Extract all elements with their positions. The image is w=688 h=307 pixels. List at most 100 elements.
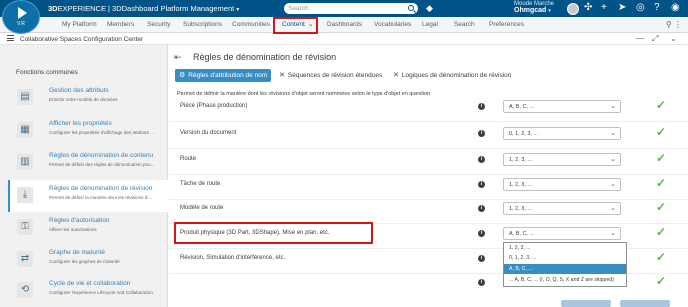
tab-subscriptions[interactable]: Subscriptions: [183, 21, 222, 28]
dropdown-option-selected[interactable]: A, B, C, ...: [504, 264, 626, 274]
chevron-down-icon: ⌄: [610, 156, 616, 163]
info-icon[interactable]: i: [478, 230, 485, 237]
table-row: Pièce (Phase production) i A, B, C, ... ⌄…: [169, 95, 688, 122]
check-icon: ✓: [656, 125, 667, 139]
dropdown-option[interactable]: 0, 1, 2, 3, ...: [504, 253, 626, 263]
sidebar-item-revision-naming[interactable]: ⤓ Règles de dénomination de révision Per…: [8, 180, 168, 212]
chevron-down-icon: ⌄: [610, 103, 616, 110]
share-icon[interactable]: ➤: [618, 2, 626, 14]
tab-extended-sequences[interactable]: ✕ Séquences de révision étendues: [279, 69, 382, 82]
tools-icon: ✕: [279, 72, 285, 79]
dropdown-option[interactable]: ... A, B, C, ... (I, O, Q, S, X and Z ar…: [504, 275, 626, 285]
app-brand[interactable]: 3DEXPERIENCE | 3DDashboard Platform Mana…: [48, 4, 239, 13]
lifecycle-icon: ⟲: [17, 282, 33, 298]
physical-product-row-highlight: [174, 222, 373, 244]
collapse-sidebar-icon[interactable]: ⇤: [174, 52, 182, 63]
hamburger-icon[interactable]: [7, 35, 14, 41]
page-title: Règles de dénomination de révision: [193, 52, 337, 62]
tag-icon[interactable]: ◆: [426, 3, 433, 14]
info-icon[interactable]: i: [478, 205, 485, 212]
breadcrumb-bar: Collaborative Spaces Configuration Cente…: [0, 33, 688, 45]
check-icon: ✓: [656, 200, 667, 214]
settings-icon[interactable]: ✣: [584, 2, 592, 14]
play-icon: [18, 7, 27, 19]
sidebar: Fonctions communes ▤ Gestion des attribu…: [0, 45, 168, 307]
table-row: Route i 1, 2, 3, ... ⌄ ✓: [169, 148, 688, 175]
info-icon[interactable]: i: [478, 103, 485, 110]
table-row: Modèle de route i 1, 2, 3, ... ⌄ ✓: [169, 197, 688, 224]
content-tab-highlight: [273, 17, 318, 34]
table-row: Tâche de route i 1, 2, 3, ... ⌄ ✓: [169, 173, 688, 200]
tenant-name: Ohmgcad ▾: [514, 7, 551, 14]
compass-version: V.R: [17, 21, 25, 27]
chevron-down-icon: ⌄: [610, 230, 616, 237]
authorization-icon: ⚿: [17, 219, 33, 235]
chevron-down-icon: ⌄: [610, 205, 616, 212]
sidebar-item-authorization[interactable]: ⚿ Règles d'autorisation Affiner les auto…: [8, 212, 168, 244]
minimize-icon[interactable]: —: [636, 34, 644, 43]
sidebar-item-maturity[interactable]: ⇄ Graphe de maturité Configurer les grap…: [8, 244, 168, 276]
chevron-down-icon: ⌄: [610, 130, 616, 137]
revision-scheme-select[interactable]: 1, 2, 3, ... ⌄: [503, 153, 621, 166]
search-icon[interactable]: [408, 5, 414, 11]
tab-members[interactable]: Members: [107, 21, 134, 28]
info-icon[interactable]: i: [478, 279, 485, 286]
table-row: Version du document i 0, 1, 2, 3, ... ⌄ ✓: [169, 122, 688, 149]
check-icon: ✓: [656, 98, 667, 112]
properties-icon: ▦: [17, 122, 33, 138]
notifications-icon[interactable]: ◉: [671, 2, 680, 14]
save-button[interactable]: [561, 300, 611, 307]
check-icon: ✓: [656, 176, 667, 190]
help-icon[interactable]: ?: [654, 2, 660, 14]
search-placeholder: Search: [288, 4, 309, 12]
sidebar-item-content-naming[interactable]: ▥ Règles de dénomination de contenu Perm…: [8, 147, 168, 179]
compass-logo[interactable]: V.R: [2, 0, 40, 34]
revision-scheme-select[interactable]: 1, 2, 3, ... ⌄: [503, 202, 621, 215]
check-icon: ✓: [656, 151, 667, 165]
expand-icon[interactable]: ⤢: [652, 34, 658, 44]
apps-icon[interactable]: ◎: [636, 2, 645, 14]
cancel-button[interactable]: [620, 300, 670, 307]
tab-preferences[interactable]: Preferences: [489, 21, 524, 28]
sidebar-item-attributes[interactable]: ▤ Gestion des attributs Enrichir votre m…: [8, 82, 168, 114]
tab-naming-logics[interactable]: ✕ Logiques de dénomination de révision: [393, 69, 511, 82]
chevron-down-icon: ▾: [236, 7, 240, 13]
search-icon[interactable]: ⚲ ⋮: [666, 20, 682, 29]
top-bar: V.R 3DEXPERIENCE | 3DDashboard Platform …: [0, 0, 688, 34]
tab-communities[interactable]: Communities: [232, 21, 270, 28]
info-icon[interactable]: i: [478, 130, 485, 137]
dropdown-option[interactable]: 1, 2, 3, ...: [504, 243, 626, 253]
tab-security[interactable]: Security: [147, 21, 170, 28]
tab-search[interactable]: Search: [454, 21, 475, 28]
attributes-icon: ▤: [17, 89, 33, 105]
revision-scheme-select[interactable]: 0, 1, 2, 3, ... ⌄: [503, 127, 621, 140]
avatar[interactable]: [567, 3, 579, 15]
revision-scheme-select[interactable]: A, B, C, ... ⌄: [503, 227, 621, 240]
sidebar-section-title: Fonctions communes: [16, 69, 78, 76]
revision-scheme-dropdown[interactable]: 1, 2, 3, ... 0, 1, 2, 3, ... A, B, C, ..…: [503, 242, 627, 287]
revision-icon: ⤓: [17, 187, 33, 203]
search-input[interactable]: Search: [284, 3, 418, 14]
tab-legal[interactable]: Legal: [422, 21, 438, 28]
info-icon[interactable]: i: [478, 181, 485, 188]
info-icon[interactable]: i: [478, 156, 485, 163]
check-icon: ✓: [656, 225, 667, 239]
nav-bar: ☰ My Platform Members Security Subscript…: [0, 17, 688, 33]
tab-vocabularies[interactable]: Vocabularies: [374, 21, 411, 28]
check-icon: ✓: [656, 274, 667, 288]
naming-icon: ▥: [17, 154, 33, 170]
maturity-icon: ⇄: [17, 251, 33, 267]
tab-my-platform[interactable]: My Platform: [62, 21, 97, 28]
user-menu[interactable]: Moude Marche Ohmgcad ▾: [514, 1, 554, 14]
sidebar-item-properties[interactable]: ▦ Afficher les propriétés Configurer les…: [8, 115, 168, 147]
add-icon[interactable]: +: [601, 2, 607, 14]
tab-naming-rules[interactable]: ⚙ Règles d'attribution de nom: [175, 69, 272, 82]
revision-scheme-select[interactable]: 1, 2, 3, ... ⌄: [503, 178, 621, 191]
revision-scheme-select[interactable]: A, B, C, ... ⌄: [503, 100, 621, 113]
info-icon[interactable]: i: [478, 255, 485, 262]
gear-icon: ⚙: [179, 72, 186, 79]
more-icon[interactable]: ⌄: [670, 34, 677, 43]
sidebar-item-lifecycle[interactable]: ⟲ Cycle de vie et collaboration Configur…: [8, 275, 168, 307]
tab-dashboards[interactable]: Dashboards: [327, 21, 362, 28]
check-icon: ✓: [656, 250, 667, 264]
